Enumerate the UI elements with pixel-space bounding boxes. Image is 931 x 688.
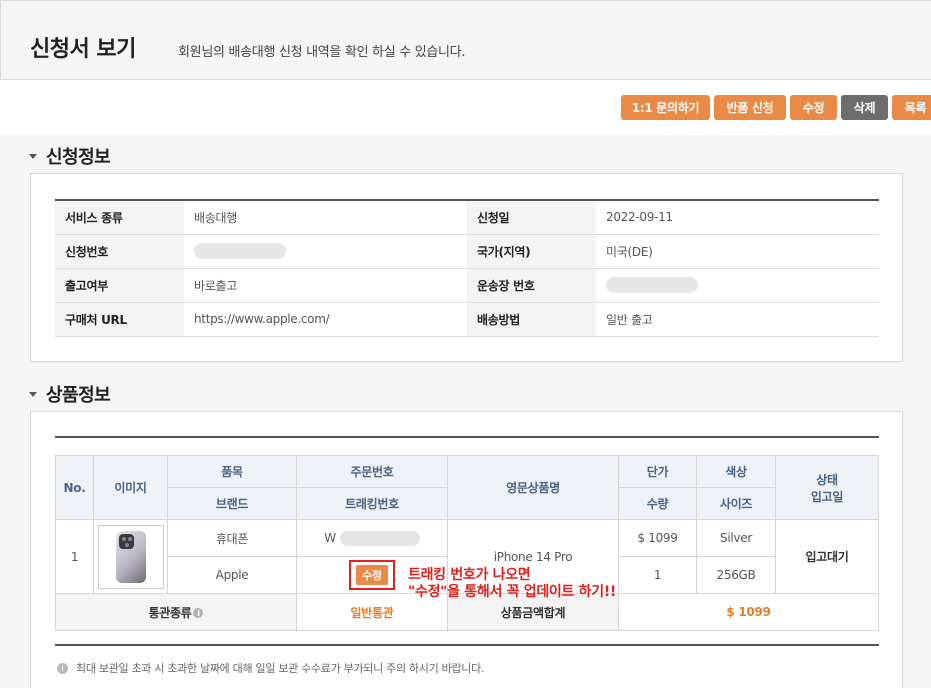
- field-value: 2022-09-11: [596, 200, 879, 235]
- field-label: 신청일: [467, 200, 596, 235]
- storage-notice: i 최대 보관일 초과 시 초과한 날짜에 대해 일일 보관 수수료가 부가되니…: [57, 660, 484, 676]
- product-info-box: No. 이미지 품목 주문번호 영문상품명 단가 색상 상태 입고일 브랜드 트…: [30, 411, 903, 688]
- col-status: 상태 입고일: [775, 455, 879, 520]
- redacted-blur: [606, 277, 698, 293]
- notice-text: 최대 보관일 초과 시 초과한 날짜에 대해 일일 보관 수수료가 부가되니 주…: [76, 662, 485, 675]
- col-order-no: 주문번호: [296, 455, 448, 488]
- field-label: 신청번호: [55, 234, 184, 269]
- col-status-label: 상태: [816, 472, 838, 487]
- row-status: 입고대기: [775, 519, 879, 594]
- table-row: 신청번호 국가(지역) 미국(DE): [55, 234, 879, 269]
- field-label: 서비스 종류: [55, 200, 184, 235]
- row-size: 256GB: [696, 556, 776, 594]
- divider: [55, 436, 879, 438]
- collapse-triangle-icon[interactable]: [29, 153, 37, 159]
- edit-button[interactable]: 수정: [790, 95, 837, 120]
- redacted-blur: [339, 530, 420, 546]
- request-info-table: 서비스 종류 배송대행 신청일 2022-09-11 신청번호 국가(지역) 미…: [55, 199, 879, 337]
- purchase-url-value: https://www.apple.com/: [184, 302, 467, 337]
- row-quantity: 1: [618, 556, 697, 594]
- delete-button[interactable]: 삭제: [841, 95, 888, 120]
- field-value: 바로출고: [184, 268, 467, 303]
- row-no: 1: [55, 519, 94, 594]
- col-tracking-no: 트래킹번호: [296, 487, 448, 520]
- row-order-no: W: [296, 519, 448, 557]
- row-color: Silver: [696, 519, 776, 557]
- annotation-line-1: 트래킹 번호가 나오면: [408, 567, 531, 583]
- waybill-number-value: [596, 268, 879, 303]
- request-info-box: 서비스 종류 배송대행 신청일 2022-09-11 신청번호 국가(지역) 미…: [30, 173, 903, 362]
- col-english-name: 영문상품명: [447, 455, 619, 520]
- tracking-annotation: 트래킹 번호가 나오면 "수정"을 통해서 꼭 업데이트 하기!!: [408, 567, 616, 601]
- field-label: 배송방법: [467, 302, 596, 337]
- col-received-date-label: 입고일: [810, 489, 844, 504]
- table-row: 구매처 URL https://www.apple.com/ 배송방법 일반 출…: [55, 302, 879, 337]
- divider: [55, 644, 879, 646]
- annotation-line-2: "수정"을 통해서 꼭 업데이트 하기!!: [408, 584, 616, 600]
- field-label: 운송장 번호: [467, 268, 596, 303]
- col-brand: 브랜드: [167, 487, 297, 520]
- highlight-box: 수정: [349, 560, 395, 590]
- row-unit-price: $ 1099: [618, 519, 697, 557]
- product-section-header: 상품정보: [29, 381, 111, 407]
- field-label: 구매처 URL: [55, 302, 184, 337]
- page-title: 신청서 보기: [30, 37, 136, 62]
- redacted-blur: [194, 243, 286, 259]
- request-number-value: [184, 234, 467, 269]
- product-table: No. 이미지 품목 주문번호 영문상품명 단가 색상 상태 입고일 브랜드 트…: [55, 455, 879, 631]
- row-brand: Apple: [167, 556, 297, 594]
- field-label: 출고여부: [55, 268, 184, 303]
- tracking-edit-button[interactable]: 수정: [356, 565, 388, 585]
- info-icon[interactable]: i: [193, 608, 204, 618]
- request-section-title: 신청정보: [46, 147, 111, 168]
- page-description: 회원님의 배송대행 신청 내역을 확인 하실 수 있습니다.: [178, 45, 466, 60]
- product-thumbnail[interactable]: [97, 524, 164, 589]
- product-section-title: 상품정보: [46, 385, 111, 406]
- order-prefix: W: [324, 530, 336, 545]
- table-row: 1 휴대폰 W iPhone 14 Pro $ 1099 Silver 입고대기: [55, 519, 879, 594]
- table-row: 출고여부 바로출고 운송장 번호: [55, 268, 879, 303]
- field-value: 일반 출고: [596, 302, 879, 337]
- customs-type-label: 통관종류 i: [55, 593, 297, 631]
- field-value: 미국(DE): [596, 234, 879, 269]
- info-icon: i: [57, 662, 68, 674]
- page-header: 신청서 보기 회원님의 배송대행 신청 내역을 확인 하실 수 있습니다.: [0, 0, 931, 80]
- return-request-button[interactable]: 반품 신청: [714, 95, 786, 120]
- list-button[interactable]: 목록: [892, 95, 931, 120]
- col-unit-price: 단가: [618, 455, 697, 488]
- action-toolbar: 1:1 문의하기 반품 신청 수정 삭제 목록: [621, 95, 931, 120]
- collapse-triangle-icon[interactable]: [29, 391, 37, 397]
- col-no: No.: [55, 455, 94, 520]
- col-quantity: 수량: [618, 487, 697, 520]
- inquiry-button[interactable]: 1:1 문의하기: [621, 95, 710, 120]
- request-section-header: 신청정보: [29, 143, 111, 169]
- col-size: 사이즈: [696, 487, 776, 520]
- field-value: 배송대행: [184, 200, 467, 235]
- col-color: 색상: [696, 455, 776, 488]
- row-item: 휴대폰: [167, 519, 297, 557]
- col-item: 품목: [167, 455, 297, 488]
- col-image: 이미지: [93, 455, 168, 520]
- table-row: 서비스 종류 배송대행 신청일 2022-09-11: [55, 200, 879, 235]
- total-amount-value: $ 1099: [618, 593, 879, 631]
- iphone-product-image-icon: [115, 530, 146, 583]
- field-label: 국가(지역): [467, 234, 596, 269]
- row-image: [93, 519, 168, 594]
